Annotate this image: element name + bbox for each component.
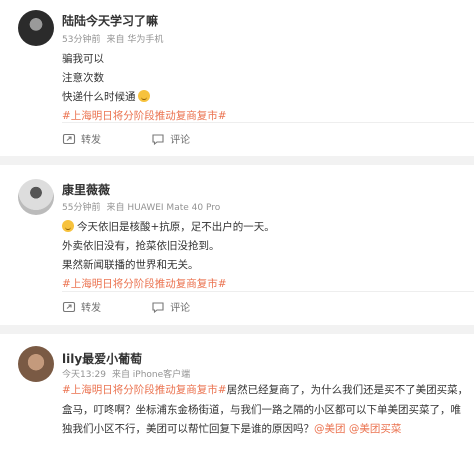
mention-link[interactable]: @美团买菜: [349, 423, 402, 435]
username[interactable]: lily最爱小葡萄: [62, 350, 142, 367]
comment-icon: [152, 301, 164, 313]
comment-line: 快递什么时候通: [62, 88, 460, 107]
mention-link[interactable]: @美团: [314, 423, 346, 435]
comment-card: lily最爱小葡萄 今天13:29 来自 iPhone客户端 #上海明日将分阶段推…: [0, 334, 474, 469]
comment-body: 骗我可以 注意次数 快递什么时候通 #上海明日将分阶段推动复商复市#: [62, 50, 460, 126]
share-button[interactable]: 转发: [62, 131, 148, 146]
share-icon: [62, 301, 76, 312]
comment-line: 盒马，叮咚啊？坐标浦东金杨街道，与我们一路之隔的小区都可以下单美团买菜了，唯: [62, 403, 461, 416]
source-label: 来自 HUAWEI Mate 40 Pro: [106, 203, 221, 213]
topic-link[interactable]: #上海明日将分阶段推动复商复市#: [62, 384, 227, 396]
timestamp: 53分钟前: [62, 35, 101, 45]
comment-body: #上海明日将分阶段推动复商复市#居然已经复商了，为什么我们还是买不了美团买菜， …: [62, 381, 468, 440]
divider: [62, 291, 474, 292]
comment-button[interactable]: 评论: [151, 131, 190, 146]
timestamp: 55分钟前: [62, 203, 101, 213]
timestamp: 今天13:29: [62, 370, 106, 380]
comment-button[interactable]: 评论: [151, 299, 190, 314]
avatar[interactable]: [18, 346, 54, 382]
avatar[interactable]: [18, 10, 54, 46]
comment-line: 外卖依旧没有，抢菜依旧没抢到。: [62, 240, 220, 252]
share-label: 转发: [81, 135, 101, 146]
topic-link[interactable]: #上海明日将分阶段推动复商复市#: [62, 107, 460, 126]
comment-text: 独我们小区不行，美团可以帮忙回复下是谁的原因吗？: [62, 423, 314, 435]
comment-icon: [152, 133, 164, 145]
comment-label: 评论: [170, 303, 191, 314]
comment-meta: 55分钟前 来自 HUAWEI Mate 40 Pro: [62, 200, 220, 213]
sad-emoji-icon: [62, 220, 74, 232]
comment-line: 今天依旧是核酸+抗原，足不出户的一天。: [62, 218, 460, 237]
source-label: 来自 华为手机: [106, 35, 164, 45]
source-label: 来自 iPhone客户端: [111, 370, 191, 380]
action-bar: 转发 评论: [62, 299, 190, 317]
comment-body: 今天依旧是核酸+抗原，足不出户的一天。 外卖依旧没有，抢菜依旧没抢到。 果然新闻…: [62, 218, 460, 294]
username-text: lily最爱小葡萄: [62, 352, 143, 366]
divider: [62, 122, 474, 123]
comment-feed: 陆陆今天学习了嘛 53分钟前 来自 华为手机 骗我可以 注意次数 快递什么时候通 …: [0, 0, 474, 469]
smile-emoji-icon: [137, 90, 150, 102]
comment-text: 今天依旧是核酸+抗原，足不出户的一天。: [77, 221, 275, 233]
share-label: 转发: [81, 303, 101, 314]
comment-card: 康里薇薇 55分钟前 来自 HUAWEI Mate 40 Pro 今天依旧是核酸+…: [0, 165, 474, 325]
comment-meta: 今天13:29 来自 iPhone客户端: [62, 367, 190, 380]
avatar[interactable]: [18, 179, 54, 215]
comment-card: 陆陆今天学习了嘛 53分钟前 来自 华为手机 骗我可以 注意次数 快递什么时候通 …: [0, 0, 474, 156]
comment-text: 居然已经复商了，为什么我们还是买不了美团买菜，: [226, 384, 469, 396]
share-icon: [62, 133, 76, 144]
comment-line: 骗我可以: [62, 53, 104, 65]
comment-label: 评论: [170, 135, 191, 146]
username[interactable]: 陆陆今天学习了嘛: [62, 12, 158, 29]
share-button[interactable]: 转发: [62, 299, 148, 314]
username[interactable]: 康里薇薇: [62, 181, 110, 198]
comment-meta: 53分钟前 来自 华为手机: [62, 32, 163, 45]
comment-line: #上海明日将分阶段推动复商复市#居然已经复商了，为什么我们还是买不了美团买菜，: [62, 381, 468, 401]
action-bar: 转发 评论: [62, 131, 190, 149]
comment-line: 独我们小区不行，美团可以帮忙回复下是谁的原因吗？@美团 @美团买菜: [62, 420, 460, 440]
comment-line: 果然新闻联播的世界和无关。: [62, 259, 199, 271]
comment-text: 快递什么时候通: [62, 91, 136, 103]
comment-line: 注意次数: [62, 72, 104, 84]
